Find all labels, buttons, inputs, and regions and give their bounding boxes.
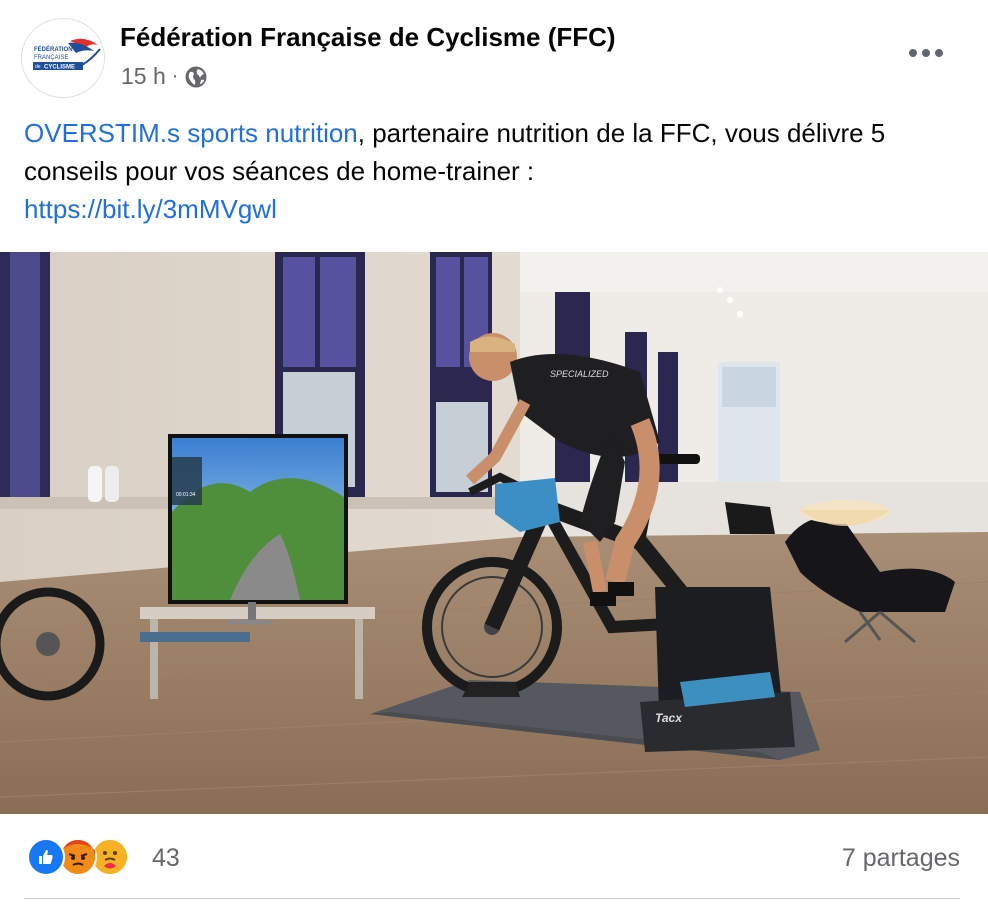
mention-link[interactable]: OVERSTIM.s sports nutrition (24, 118, 358, 148)
post-photo[interactable]: 00:01:34 Tacx SPECIALIZED (0, 252, 988, 814)
page-avatar[interactable]: FÉDÉRATION FRANÇAISE de CYCLISME (21, 18, 105, 98)
globe-icon[interactable] (184, 65, 208, 89)
like-icon (27, 838, 65, 876)
logo-line1: FÉDÉRATION (34, 45, 73, 53)
more-options-button[interactable] (904, 38, 948, 68)
home-trainer-photo: 00:01:34 Tacx SPECIALIZED (0, 252, 988, 814)
logo-line2: FRANÇAISE (34, 55, 68, 61)
post-url-link[interactable]: https://bit.ly/3mMVgwl (24, 194, 277, 224)
ffc-logo: FÉDÉRATION FRANÇAISE de CYCLISME (22, 19, 104, 97)
more-dot (922, 49, 930, 57)
logo-line3: CYCLISME (44, 65, 75, 71)
meta-separator: · (171, 65, 179, 87)
more-dot (935, 49, 943, 57)
post-time[interactable]: 15 h (121, 63, 166, 90)
post-meta: 15 h · (121, 63, 208, 90)
jersey-brand: SPECIALIZED (550, 369, 609, 379)
post-message: OVERSTIM.s sports nutrition, partenaire … (24, 114, 944, 228)
trainer-brand: Tacx (655, 711, 683, 725)
share-count[interactable]: 7 partages (842, 844, 960, 873)
page-name-link[interactable]: Fédération Française de Cyclisme (FFC) (120, 22, 616, 53)
logo-prefix: de (35, 64, 41, 70)
reaction-icons[interactable] (27, 838, 129, 878)
screen-time: 00:01:34 (176, 492, 196, 498)
more-dot (909, 49, 917, 57)
footer-divider (24, 898, 960, 899)
reactions-bar: 43 7 partages (0, 826, 988, 890)
post-header: FÉDÉRATION FRANÇAISE de CYCLISME Fédérat… (0, 0, 988, 110)
reaction-count[interactable]: 43 (152, 844, 180, 873)
